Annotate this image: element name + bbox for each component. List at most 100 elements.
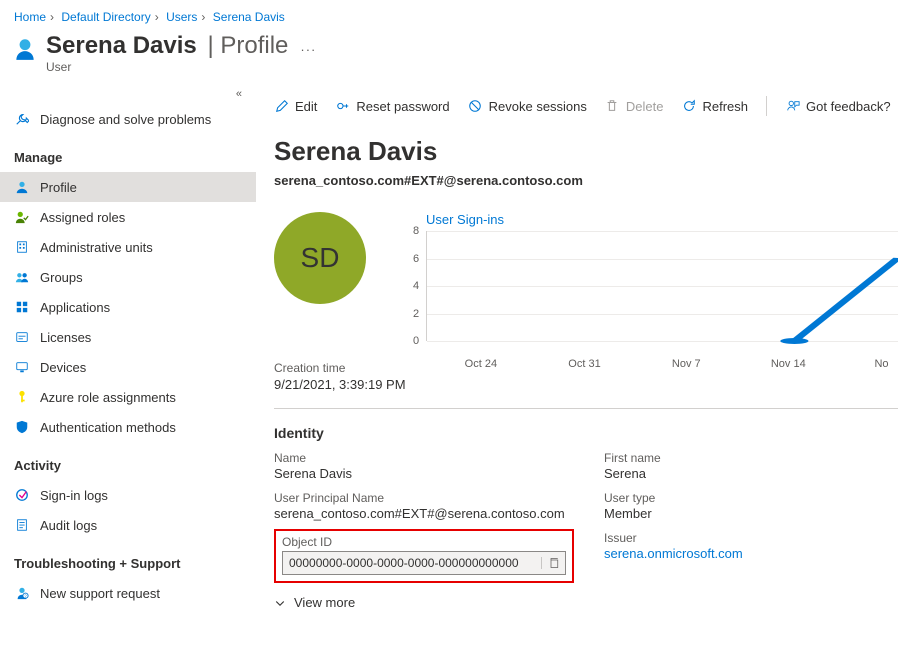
tools-icon xyxy=(14,111,30,127)
signin-icon xyxy=(14,487,30,503)
x-tick: Nov 14 xyxy=(771,358,806,370)
issuer-link[interactable]: serena.onmicrosoft.com xyxy=(604,546,743,561)
chart-title-link[interactable]: User Sign-ins xyxy=(426,212,504,227)
tool-label: Reset password xyxy=(356,99,449,114)
tool-label: Got feedback? xyxy=(806,99,891,114)
sidebar-collapse-button[interactable]: « xyxy=(0,84,256,104)
feedback-button[interactable]: Got feedback? xyxy=(785,99,891,114)
view-more-label: View more xyxy=(294,595,355,610)
sidebar-item-label: New support request xyxy=(40,586,160,601)
grid-icon xyxy=(14,299,30,315)
chevron-down-icon xyxy=(274,597,286,609)
sidebar-item-azure-roles[interactable]: Azure role assignments xyxy=(0,382,256,412)
edit-button[interactable]: Edit xyxy=(274,99,317,114)
field-upn: User Principal Name serena_contoso.com#E… xyxy=(274,491,584,521)
sidebar-item-signin-logs[interactable]: Sign-in logs xyxy=(0,480,256,510)
view-more-button[interactable]: View more xyxy=(274,595,898,610)
tool-label: Refresh xyxy=(702,99,748,114)
x-tick: Nov 7 xyxy=(672,358,701,370)
sidebar-item-assigned-roles[interactable]: Assigned roles xyxy=(0,202,256,232)
y-tick: 8 xyxy=(413,225,419,237)
tool-label: Delete xyxy=(626,99,664,114)
sidebar-item-admin-units[interactable]: Administrative units xyxy=(0,232,256,262)
license-icon xyxy=(14,329,30,345)
sidebar-item-applications[interactable]: Applications xyxy=(0,292,256,322)
sidebar-item-diagnose[interactable]: Diagnose and solve problems xyxy=(0,104,256,134)
field-label: Name xyxy=(274,451,584,465)
sidebar-item-devices[interactable]: Devices xyxy=(0,352,256,382)
person-icon xyxy=(14,179,30,195)
refresh-button[interactable]: Refresh xyxy=(681,99,748,114)
field-label: User Principal Name xyxy=(274,491,584,505)
field-issuer: Issuer serena.onmicrosoft.com xyxy=(604,531,898,583)
field-label: Object ID xyxy=(282,535,566,549)
tool-label: Edit xyxy=(295,99,317,114)
sidebar-item-label: Devices xyxy=(40,360,86,375)
y-tick: 2 xyxy=(413,308,419,320)
field-value: Serena xyxy=(604,466,898,481)
field-name: Name Serena Davis xyxy=(274,451,584,481)
sidebar-item-audit-logs[interactable]: Audit logs xyxy=(0,510,256,540)
revoke-sessions-button[interactable]: Revoke sessions xyxy=(468,99,587,114)
bc-directory[interactable]: Default Directory xyxy=(61,10,150,24)
sidebar-item-profile[interactable]: Profile xyxy=(0,172,256,202)
sidebar-item-label: Authentication methods xyxy=(40,420,176,435)
log-icon xyxy=(14,517,30,533)
sidebar-item-label: Audit logs xyxy=(40,518,97,533)
sidebar-item-label: Applications xyxy=(40,300,110,315)
reset-password-button[interactable]: Reset password xyxy=(335,99,449,114)
toolbar: Edit Reset password Revoke sessions Dele… xyxy=(274,84,898,130)
sidebar-item-label: Assigned roles xyxy=(40,210,125,225)
sidebar-item-label: Licenses xyxy=(40,330,91,345)
sidebar-item-label: Sign-in logs xyxy=(40,488,108,503)
field-objectid-highlighted: Object ID xyxy=(274,529,574,583)
objectid-input[interactable] xyxy=(283,556,541,570)
shield-icon xyxy=(14,419,30,435)
profile-upn: serena_contoso.com#EXT#@serena.contoso.c… xyxy=(274,173,898,188)
person-check-icon xyxy=(14,209,30,225)
breadcrumb: Home› Default Directory› Users› Serena D… xyxy=(0,0,898,30)
y-tick: 6 xyxy=(413,253,419,265)
sidebar-group-support: Troubleshooting + Support xyxy=(0,548,256,578)
feedback-icon xyxy=(785,99,800,114)
field-label: Issuer xyxy=(604,531,898,545)
signins-chart: User Sign-ins 8 6 4 2 0 Oct 24 Oct 31 No… xyxy=(426,212,898,341)
y-tick: 0 xyxy=(413,335,419,347)
field-value: Serena Davis xyxy=(274,466,584,481)
sidebar-group-manage: Manage xyxy=(0,142,256,172)
sidebar-item-label: Diagnose and solve problems xyxy=(40,112,211,127)
page-title: Serena Davis | Profile xyxy=(46,32,288,60)
sidebar-item-groups[interactable]: Groups xyxy=(0,262,256,292)
bc-users[interactable]: Users xyxy=(166,10,197,24)
toolbar-separator xyxy=(766,96,767,116)
x-tick: No xyxy=(874,358,888,370)
more-actions-button[interactable]: ··· xyxy=(300,42,316,57)
user-icon xyxy=(12,36,38,62)
identity-heading: Identity xyxy=(274,425,898,441)
copy-button[interactable] xyxy=(541,557,565,569)
sidebar-item-auth-methods[interactable]: Authentication methods xyxy=(0,412,256,442)
field-label: First name xyxy=(604,451,898,465)
field-usertype: User type Member xyxy=(604,491,898,521)
key-icon xyxy=(335,99,350,114)
chart-area: 8 6 4 2 0 Oct 24 Oct 31 Nov 7 Nov 14 No xyxy=(426,231,898,341)
bc-home[interactable]: Home xyxy=(14,10,46,24)
bc-current[interactable]: Serena Davis xyxy=(213,10,285,24)
delete-button: Delete xyxy=(605,99,664,114)
field-label: User type xyxy=(604,491,898,505)
sidebar-item-label: Groups xyxy=(40,270,83,285)
building-icon xyxy=(14,239,30,255)
sidebar-group-activity: Activity xyxy=(0,450,256,480)
sidebar-item-support[interactable]: ? New support request xyxy=(0,578,256,608)
y-tick: 4 xyxy=(413,280,419,292)
group-icon xyxy=(14,269,30,285)
sidebar-item-label: Profile xyxy=(40,180,77,195)
divider xyxy=(274,408,898,409)
sidebar-item-licenses[interactable]: Licenses xyxy=(0,322,256,352)
line-path xyxy=(427,231,898,341)
avatar: SD xyxy=(274,212,366,304)
x-tick: Oct 31 xyxy=(568,358,600,370)
main-content: Edit Reset password Revoke sessions Dele… xyxy=(256,84,898,618)
x-tick: Oct 24 xyxy=(465,358,497,370)
title-name: Serena Davis xyxy=(46,32,197,59)
